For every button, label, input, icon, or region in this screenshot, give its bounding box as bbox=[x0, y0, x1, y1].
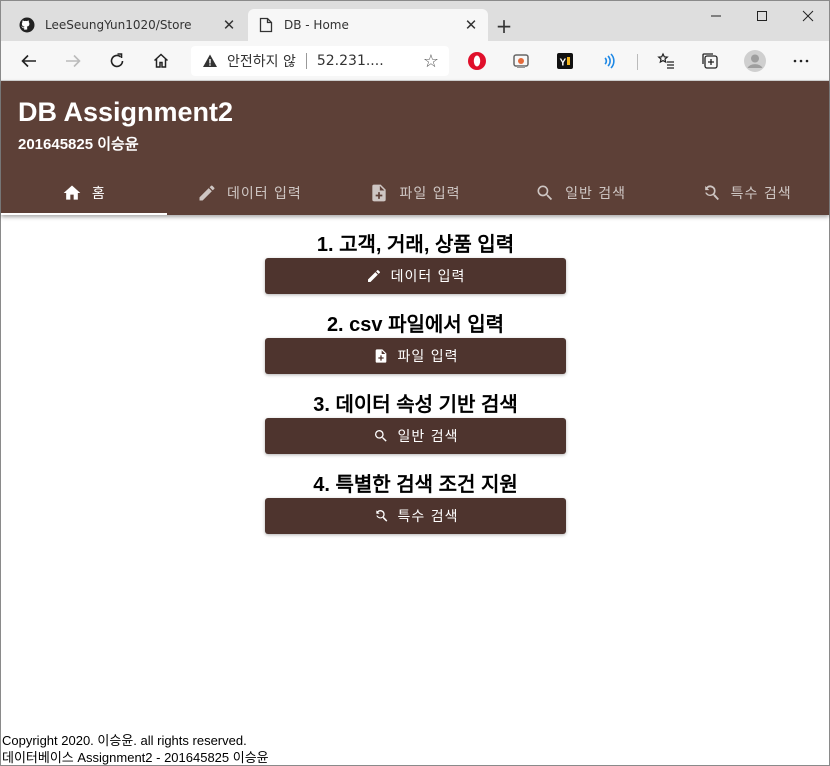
nav-tab-special-search[interactable]: 특수 검색 bbox=[663, 171, 829, 215]
data-input-button[interactable]: 데이터 입력 bbox=[265, 258, 566, 294]
home-icon bbox=[62, 183, 82, 203]
app-title: DB Assignment2 bbox=[18, 97, 234, 127]
app-header: DB Assignment2 201645825 이승윤 홈 데이터 입력 파일… bbox=[1, 81, 829, 215]
tab-strip: LeeSeungYun1020/Store ✕ DB - Home ✕ + bbox=[1, 1, 829, 41]
file-input-button[interactable]: 파일 입력 bbox=[265, 338, 566, 374]
nav-tab-data-input[interactable]: 데이터 입력 bbox=[167, 171, 333, 215]
section-special-search: 4. 특별한 검색 조건 지원 특수 검색 bbox=[265, 472, 566, 534]
button-label: 데이터 입력 bbox=[390, 269, 466, 285]
button-label: 일반 검색 bbox=[397, 429, 459, 445]
github-icon bbox=[19, 17, 35, 33]
favorite-star-icon[interactable]: ☆ bbox=[421, 51, 441, 72]
footer-copyright: Copyright 2020. 이승윤. all rights reserved… bbox=[2, 733, 247, 748]
search-icon bbox=[535, 183, 555, 203]
search-refresh-icon bbox=[701, 183, 721, 203]
more-menu-icon[interactable] bbox=[787, 47, 815, 75]
section-heading: 1. 고객, 거래, 상품 입력 bbox=[316, 234, 515, 256]
refresh-button[interactable] bbox=[103, 47, 131, 75]
special-search-button[interactable]: 특수 검색 bbox=[265, 498, 566, 534]
button-label: 파일 입력 bbox=[397, 349, 459, 365]
page-icon bbox=[258, 17, 274, 33]
search-refresh-icon bbox=[373, 508, 389, 524]
svg-text:Y: Y bbox=[560, 58, 567, 69]
nav-tab-label: 홈 bbox=[91, 186, 106, 202]
app-subtitle: 201645825 이승윤 bbox=[18, 136, 139, 153]
close-tab-icon[interactable]: ✕ bbox=[460, 14, 482, 36]
nav-tab-label: 파일 입력 bbox=[399, 186, 461, 202]
new-tab-button[interactable]: + bbox=[493, 15, 515, 37]
nav-tab-label: 데이터 입력 bbox=[226, 186, 302, 202]
tab-db-home[interactable]: DB - Home ✕ bbox=[248, 9, 488, 41]
tab-github[interactable]: LeeSeungYun1020/Store ✕ bbox=[9, 9, 246, 41]
close-window-button[interactable] bbox=[785, 1, 830, 31]
forward-button[interactable] bbox=[59, 47, 87, 75]
section-heading: 4. 특별한 검색 조건 지원 bbox=[313, 474, 518, 496]
address-divider bbox=[305, 53, 307, 69]
section-heading: 2. csv 파일에서 입력 bbox=[326, 314, 505, 336]
toolbar-divider bbox=[637, 54, 638, 70]
profile-avatar[interactable] bbox=[741, 47, 769, 75]
button-label: 특수 검색 bbox=[397, 509, 459, 525]
collections-icon[interactable] bbox=[696, 47, 724, 75]
nav-tabs: 홈 데이터 입력 파일 입력 일반 검색 특수 검색 bbox=[1, 171, 829, 215]
address-bar[interactable]: 안전하지 않 52.231.... ☆ bbox=[191, 46, 449, 76]
home-button[interactable] bbox=[147, 47, 175, 75]
close-tab-icon[interactable]: ✕ bbox=[218, 14, 240, 36]
ytb-extension-icon[interactable]: Y bbox=[551, 47, 579, 75]
section-heading: 3. 데이터 속성 기반 검색 bbox=[313, 394, 518, 416]
back-button[interactable] bbox=[15, 47, 43, 75]
footer: Copyright 2020. 이승윤. all rights reserved… bbox=[2, 732, 269, 766]
nav-tab-label: 일반 검색 bbox=[565, 186, 627, 202]
tab-title: DB - Home bbox=[284, 18, 349, 32]
security-status[interactable]: 안전하지 않 bbox=[227, 51, 296, 71]
pencil-icon bbox=[197, 183, 217, 203]
section-file-input: 2. csv 파일에서 입력 파일 입력 bbox=[265, 312, 566, 374]
url-text[interactable]: 52.231.... bbox=[317, 53, 384, 69]
file-add-icon bbox=[373, 348, 389, 364]
pencil-icon bbox=[366, 268, 382, 284]
general-search-button[interactable]: 일반 검색 bbox=[265, 418, 566, 454]
browser-window: LeeSeungYun1020/Store ✕ DB - Home ✕ + 안전… bbox=[0, 0, 830, 766]
section-general-search: 3. 데이터 속성 기반 검색 일반 검색 bbox=[265, 392, 566, 454]
search-icon bbox=[373, 428, 389, 444]
nav-tab-label: 특수 검색 bbox=[730, 186, 792, 202]
favorites-icon[interactable] bbox=[652, 47, 680, 75]
screenshot-extension-icon[interactable] bbox=[507, 47, 535, 75]
footer-course-info: 데이터베이스 Assignment2 - 201645825 이승윤 bbox=[2, 750, 269, 765]
minimize-button[interactable] bbox=[693, 1, 739, 31]
browser-toolbar: 안전하지 않 52.231.... ☆ Y bbox=[1, 41, 829, 81]
file-add-icon bbox=[369, 183, 389, 203]
read-aloud-icon[interactable] bbox=[595, 47, 623, 75]
warning-icon[interactable] bbox=[201, 52, 219, 70]
opera-extension-icon[interactable] bbox=[463, 47, 491, 75]
maximize-button[interactable] bbox=[739, 1, 785, 31]
nav-tab-general-search[interactable]: 일반 검색 bbox=[498, 171, 664, 215]
section-data-input: 1. 고객, 거래, 상품 입력 데이터 입력 bbox=[265, 232, 566, 294]
nav-tab-home[interactable]: 홈 bbox=[1, 171, 167, 215]
tab-title: LeeSeungYun1020/Store bbox=[45, 18, 192, 32]
nav-tab-file-input[interactable]: 파일 입력 bbox=[332, 171, 498, 215]
